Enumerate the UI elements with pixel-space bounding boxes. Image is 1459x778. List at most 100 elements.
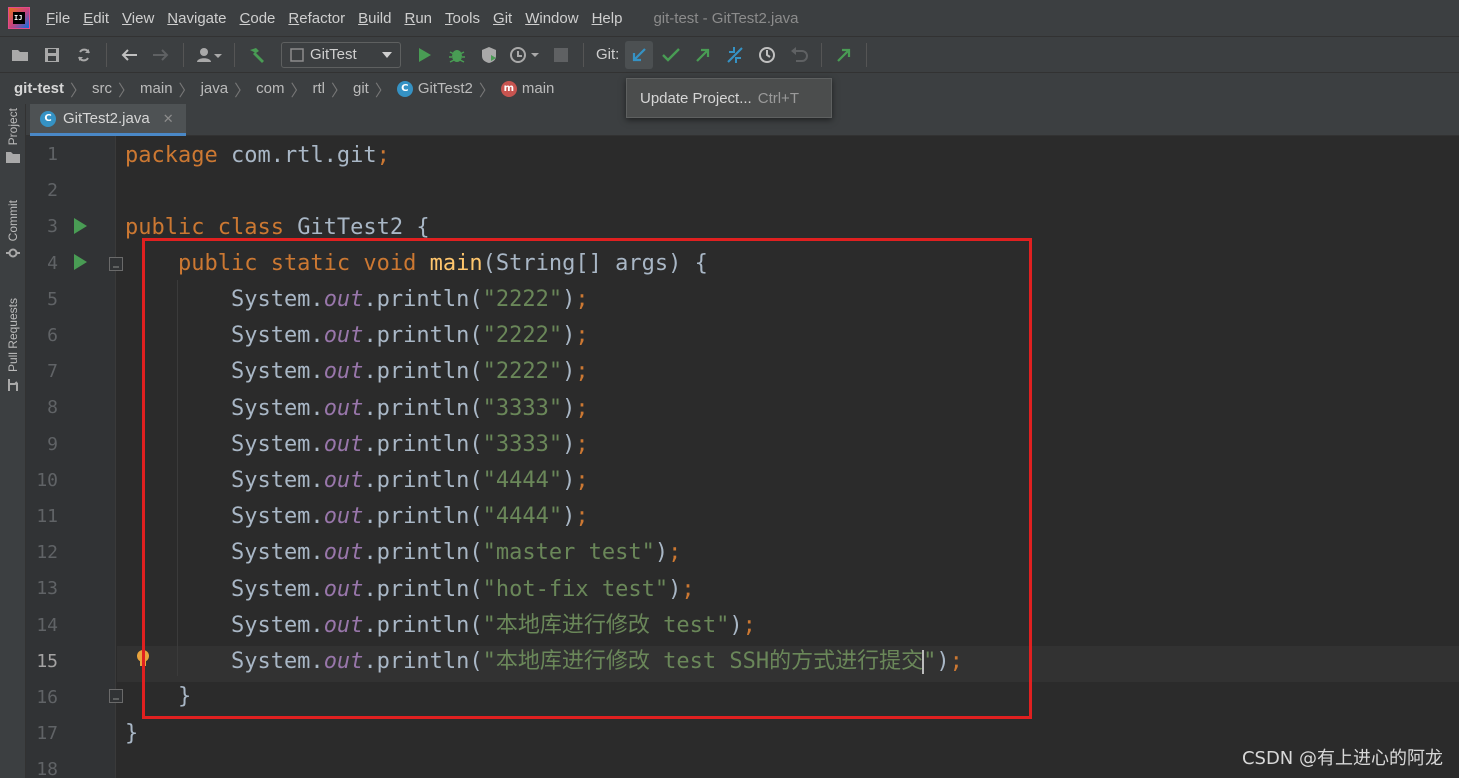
line-number: 13 <box>36 578 58 600</box>
profiler-icon[interactable] <box>507 41 543 69</box>
coverage-icon[interactable] <box>475 41 503 69</box>
user-profile-icon[interactable] <box>192 41 226 69</box>
breadcrumb-com[interactable]: com <box>256 80 284 97</box>
code-line-17: } <box>125 721 139 746</box>
save-all-icon[interactable] <box>38 41 66 69</box>
pull-requests-tool-tab[interactable]: Pull Requests <box>0 298 26 392</box>
menu-code[interactable]: Code <box>236 10 285 27</box>
forward-arrow-icon[interactable] <box>147 41 175 69</box>
line-number: 9 <box>47 433 58 455</box>
code-line-1: package com.rtl.git; <box>125 143 390 168</box>
git-push-icon[interactable] <box>689 41 717 69</box>
breadcrumb-class[interactable]: C GitTest2 <box>396 80 473 97</box>
string-literal: "3333" <box>482 395 563 421</box>
editor-tab-gittest2[interactable]: C GitTest2.java ✕ <box>30 104 186 136</box>
string-literal: "本地库进行修改 test" <box>482 612 730 638</box>
back-arrow-icon[interactable] <box>115 41 143 69</box>
java-class-icon: C <box>40 110 56 127</box>
run-main-gutter-icon[interactable] <box>74 254 87 270</box>
commit-tool-tab[interactable]: Commit <box>0 200 26 259</box>
breadcrumb-main[interactable]: main <box>140 80 173 97</box>
string-literal: "2222" <box>482 359 563 385</box>
chevron-down-icon <box>382 51 392 58</box>
string-literal: "4444" <box>482 468 563 493</box>
run-configuration-select[interactable]: GitTest <box>281 41 401 68</box>
param-type: String[] <box>495 251 602 276</box>
breadcrumb-rtl[interactable]: rtl <box>312 80 325 97</box>
method-name: main <box>429 251 483 276</box>
toolbar-separator <box>583 42 584 67</box>
left-tool-window-strip: Project Commit Pull Requests <box>0 104 26 778</box>
line-number: 15 <box>36 650 58 672</box>
string-literal: "2222" <box>482 323 563 349</box>
git-history-icon[interactable] <box>753 41 781 69</box>
code-line-println: System.out.println("2222"); <box>125 287 589 312</box>
menu-tools[interactable]: Tools <box>441 10 489 27</box>
menu-run[interactable]: Run <box>400 10 441 27</box>
breadcrumb-method-label: main <box>521 80 555 97</box>
stop-icon[interactable] <box>547 41 575 69</box>
line-number: 14 <box>36 614 58 636</box>
menu-edit[interactable]: Edit <box>79 10 118 27</box>
git-commit-icon[interactable] <box>657 41 685 69</box>
project-tab-label: Project <box>6 108 20 146</box>
breadcrumb-separator: 〉 <box>290 82 307 100</box>
breadcrumb-separator: 〉 <box>330 82 347 100</box>
toolbar-separator <box>106 42 107 67</box>
breadcrumb-git[interactable]: git <box>353 80 369 97</box>
menu-navigate[interactable]: Navigate <box>163 10 235 27</box>
code-line-4: public static void main(String[] args) { <box>125 251 708 276</box>
menu-window[interactable]: Window <box>521 10 587 27</box>
sync-icon[interactable] <box>70 41 98 69</box>
commit-icon <box>6 248 20 258</box>
git-rollback-icon[interactable] <box>785 41 813 69</box>
menu-file[interactable]: File <box>42 10 79 27</box>
code-line-println: System.out.println("4444"); <box>125 468 589 493</box>
menu-help[interactable]: Help <box>588 10 632 27</box>
breadcrumb-separator: 〉 <box>234 82 251 100</box>
code-line-println: System.out.println("本地库进行修改 test SSH的方式进… <box>125 649 963 674</box>
breadcrumb-src[interactable]: src <box>92 80 112 97</box>
tooltip-shortcut: Ctrl+T <box>757 89 799 107</box>
breadcrumb-separator: 〉 <box>178 82 195 100</box>
build-hammer-icon[interactable] <box>243 41 271 69</box>
code-line-println: System.out.println("3333"); <box>125 431 589 457</box>
menu-git[interactable]: Git <box>489 10 521 27</box>
code-line-println: System.out.println("4444"); <box>125 504 589 530</box>
toolbar-separator <box>183 42 184 67</box>
project-tool-tab[interactable]: Project <box>0 108 26 164</box>
fold-method-icon[interactable] <box>109 257 123 271</box>
git-merge-icon[interactable] <box>721 41 749 69</box>
string-literal: "hot-fix test" <box>482 576 669 602</box>
line-number: 11 <box>36 506 58 527</box>
code-editor[interactable]: 1 2 3 4 5 6 7 8 9 10 11 12 13 14 15 16 17 18 package com.… <box>26 136 1459 778</box>
run-class-gutter-icon[interactable] <box>74 218 87 234</box>
code-line-println: System.out.println("2222"); <box>125 323 589 349</box>
string-literal: "2222" <box>482 287 563 312</box>
run-icon[interactable] <box>411 41 439 69</box>
menu-view[interactable]: View <box>118 10 163 27</box>
code-line-println: System.out.println("3333"); <box>125 395 589 421</box>
code-line-3: public class GitTest2 { <box>125 215 430 240</box>
commit-tab-label: Commit <box>6 200 20 242</box>
breadcrumb-java[interactable]: java <box>201 80 229 97</box>
share-project-icon[interactable] <box>830 41 858 69</box>
git-update-project-icon[interactable] <box>625 40 654 69</box>
breadcrumb-method[interactable]: m main <box>500 80 555 97</box>
open-folder-icon[interactable] <box>6 41 34 69</box>
debug-icon[interactable] <box>443 41 471 69</box>
menu-build[interactable]: Build <box>354 10 400 27</box>
close-tab-icon[interactable]: ✕ <box>163 111 174 127</box>
line-number: 8 <box>47 397 58 419</box>
code-line-println: System.out.println("hot-fix test"); <box>125 576 695 602</box>
main-toolbar: GitTest Git: <box>0 36 1459 72</box>
fold-end-icon[interactable] <box>109 689 123 703</box>
menu-refactor[interactable]: Refactor <box>284 10 354 27</box>
line-number: 12 <box>36 542 58 564</box>
breadcrumb-project[interactable]: git-test <box>14 80 64 97</box>
java-class-icon: C <box>396 80 413 97</box>
toolbar-separator <box>821 42 823 67</box>
toolbar-separator <box>234 42 235 67</box>
method-icon: m <box>500 80 517 97</box>
line-number: 16 <box>36 687 58 708</box>
